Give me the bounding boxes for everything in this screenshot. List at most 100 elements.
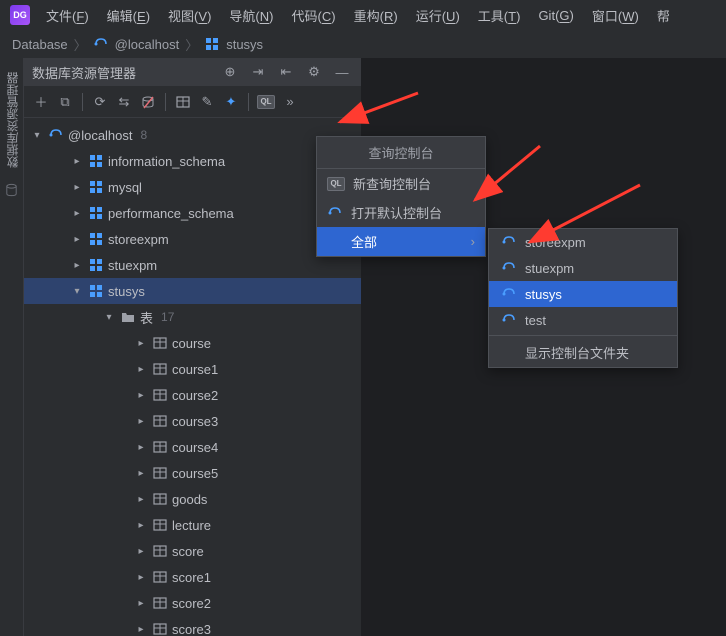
chevron-icon: ▾	[70, 286, 84, 297]
chevron-right-icon: ▸	[134, 494, 148, 505]
menu-window[interactable]: 窗口(W)	[584, 2, 647, 29]
table-view-icon[interactable]	[172, 91, 194, 113]
navigate-icon[interactable]: ✦	[220, 91, 242, 113]
menu-git[interactable]: Git(G)	[530, 4, 581, 27]
tree-table[interactable]: ▸course3	[24, 408, 361, 434]
add-icon[interactable]: ＋	[30, 91, 52, 113]
chevron-icon: ▸	[70, 208, 84, 219]
tree-table[interactable]: ▸course	[24, 330, 361, 356]
side-tab-database[interactable]: 数据库资源管理器	[0, 64, 25, 176]
console-icon[interactable]: QL	[255, 91, 277, 113]
collapse-all-icon[interactable]: ⇥	[247, 61, 269, 83]
chevron-right-icon: ▸	[134, 416, 148, 427]
panel-title: 数据库资源管理器	[32, 63, 219, 82]
gear-icon[interactable]: ⚙	[303, 61, 325, 83]
table-icon	[152, 595, 168, 611]
chevron-right-icon: 〉	[74, 35, 87, 54]
tree-table[interactable]: ▸course1	[24, 356, 361, 382]
sub-item-console[interactable]: stusys	[489, 281, 677, 307]
tree-table[interactable]: ▸course2	[24, 382, 361, 408]
connection-icon	[501, 234, 517, 250]
minimize-icon[interactable]: —	[331, 61, 353, 83]
tree-table[interactable]: ▸score3	[24, 616, 361, 636]
menu-edit[interactable]: 编辑(E)	[99, 2, 158, 29]
chevron-icon: ▸	[70, 234, 84, 245]
tree-schema[interactable]: ▸information_schema	[24, 148, 361, 174]
edit-icon[interactable]: ✎	[196, 91, 218, 113]
table-icon	[152, 621, 168, 636]
chevron-right-icon: ▸	[134, 442, 148, 453]
tree-table[interactable]: ▸score2	[24, 590, 361, 616]
chevron-icon: ▸	[70, 156, 84, 167]
schema-icon	[204, 36, 220, 52]
table-icon	[152, 335, 168, 351]
sub-item-console[interactable]: storeexpm	[489, 229, 677, 255]
breadcrumb-item[interactable]: @localhost	[115, 37, 180, 52]
menu-navigate[interactable]: 导航(N)	[221, 2, 281, 29]
sync-icon[interactable]: ⇆	[113, 91, 135, 113]
tree-table[interactable]: ▸goods	[24, 486, 361, 512]
context-menu: 查询控制台 QL 新查询控制台 打开默认控制台 全部 ›	[316, 136, 486, 257]
menu-refactor[interactable]: 重构(R)	[346, 2, 406, 29]
chevron-right-icon: ›	[471, 234, 475, 249]
table-icon	[152, 569, 168, 585]
tree-table[interactable]: ▸course4	[24, 434, 361, 460]
tree-root-connection[interactable]: ▾ @localhost 8	[24, 122, 361, 148]
sub-item-console[interactable]: stuexpm	[489, 255, 677, 281]
tree-table[interactable]: ▸score1	[24, 564, 361, 590]
chevron-icon: ▸	[70, 182, 84, 193]
database-explorer: 数据库资源管理器 ⊕ ⇥ ⇤ ⚙ — ＋ ⧉ ⟳ ⇆ ✎ ✦ QL »	[24, 58, 362, 636]
stop-icon[interactable]	[137, 91, 159, 113]
chevron-right-icon: ▸	[134, 546, 148, 557]
ctx-open-default-console[interactable]: 打开默认控制台	[317, 198, 485, 227]
menu-file[interactable]: 文件(F)	[38, 2, 97, 29]
table-icon	[152, 517, 168, 533]
chevron-down-icon: ▾	[30, 130, 44, 141]
menu-view[interactable]: 视图(V)	[160, 2, 219, 29]
menu-code[interactable]: 代码(C)	[284, 2, 344, 29]
tree-schema[interactable]: ▾stusys	[24, 278, 361, 304]
target-icon[interactable]: ⊕	[219, 61, 241, 83]
table-icon	[152, 543, 168, 559]
menu-help[interactable]: 帮	[649, 2, 678, 29]
refresh-icon[interactable]: ⟳	[89, 91, 111, 113]
database-tool-icon[interactable]	[0, 176, 23, 204]
tree-table[interactable]: ▸course5	[24, 460, 361, 486]
tree-schema[interactable]: ▸stuexpm	[24, 252, 361, 278]
menu-tools[interactable]: 工具(T)	[470, 2, 529, 29]
tree-folder-tables[interactable]: ▾ 表 17	[24, 304, 361, 330]
chevron-right-icon: ▸	[134, 598, 148, 609]
tree-table[interactable]: ▸lecture	[24, 512, 361, 538]
table-icon	[152, 491, 168, 507]
ctx-all[interactable]: 全部 ›	[317, 227, 485, 256]
more-icon[interactable]: »	[279, 91, 301, 113]
tree-table[interactable]: ▸score	[24, 538, 361, 564]
tree-schema[interactable]: ▸performance_schema	[24, 200, 361, 226]
submenu-all-consoles: storeexpmstuexpmstusystest 显示控制台文件夹	[488, 228, 678, 368]
schema-icon	[88, 179, 104, 195]
menu-run[interactable]: 运行(U)	[408, 2, 468, 29]
chevron-right-icon: ▸	[134, 468, 148, 479]
breadcrumb-item[interactable]: stusys	[226, 37, 263, 52]
breadcrumb: Database 〉 @localhost 〉 stusys	[0, 30, 726, 58]
sub-item-console[interactable]: test	[489, 307, 677, 333]
table-icon	[152, 465, 168, 481]
chevron-right-icon: ▸	[134, 624, 148, 635]
tree-schema[interactable]: ▸storeexpm	[24, 226, 361, 252]
app-icon: DG	[10, 5, 30, 25]
copy-icon[interactable]: ⧉	[54, 91, 76, 113]
database-tree: ▾ @localhost 8 ▸information_schema▸mysql…	[24, 118, 361, 636]
chevron-right-icon: ▸	[134, 572, 148, 583]
connection-icon	[48, 127, 64, 143]
tree-schema[interactable]: ▸mysql	[24, 174, 361, 200]
chevron-right-icon: ▸	[134, 390, 148, 401]
breadcrumb-item[interactable]: Database	[12, 37, 68, 52]
context-menu-header: 查询控制台	[317, 137, 485, 169]
ctx-new-console[interactable]: QL 新查询控制台	[317, 169, 485, 198]
chevron-right-icon: ▸	[134, 338, 148, 349]
connection-icon	[93, 36, 109, 52]
connection-icon	[327, 205, 343, 221]
folder-icon	[120, 309, 136, 325]
expand-all-icon[interactable]: ⇤	[275, 61, 297, 83]
sub-item-show-folder[interactable]: 显示控制台文件夹	[489, 338, 677, 367]
